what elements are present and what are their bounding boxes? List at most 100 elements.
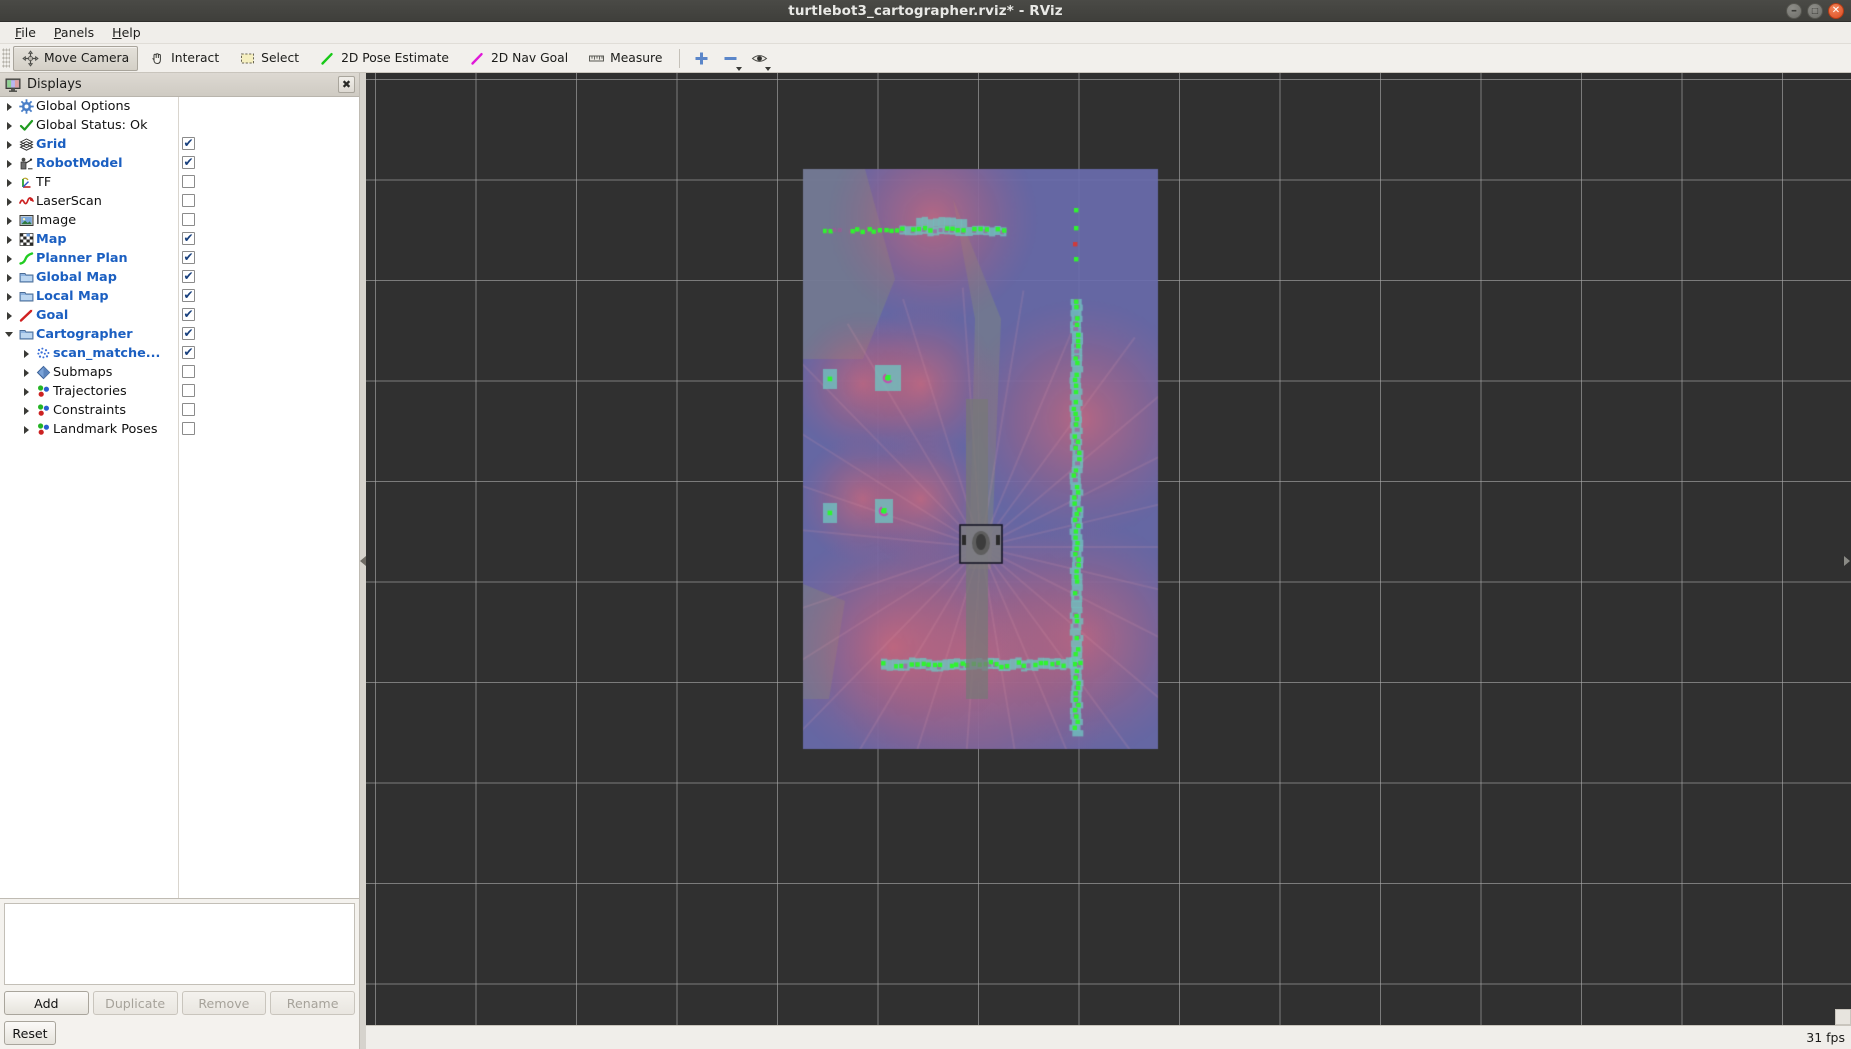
minimize-button[interactable]: – — [1786, 3, 1802, 19]
expand-arrow-right-icon[interactable] — [19, 387, 33, 396]
expand-arrow-right-icon[interactable] — [2, 254, 16, 263]
display-item-checkbox[interactable] — [182, 403, 195, 416]
display-item-checkbox[interactable]: ✔ — [182, 270, 195, 283]
duplicate-button-label: Duplicate — [105, 995, 166, 1011]
display-item-planner-plan[interactable]: Planner Plan ✔ — [0, 249, 359, 268]
display-item-checkbox[interactable]: ✔ — [182, 289, 195, 302]
display-item-map[interactable]: Map ✔ — [0, 230, 359, 249]
display-item-constraints[interactable]: Constraints — [0, 401, 359, 420]
menu-help[interactable]: Help — [103, 23, 150, 42]
chevron-down-icon-2[interactable] — [765, 66, 772, 71]
display-item-submaps[interactable]: Submaps — [0, 363, 359, 382]
display-item-global-status-ok[interactable]: Global Status: Ok — [0, 116, 359, 135]
display-item-cartographer[interactable]: Cartographer ✔ — [0, 325, 359, 344]
display-item-tf[interactable]: TF — [0, 173, 359, 192]
expand-arrow-right-icon[interactable] — [2, 121, 16, 130]
expand-arrow-right-icon[interactable] — [2, 235, 16, 244]
display-item-checkbox[interactable] — [182, 384, 195, 397]
tool-move-camera[interactable]: Move Camera — [13, 45, 139, 71]
plus-icon — [693, 50, 710, 67]
view-eye-button[interactable] — [746, 46, 773, 71]
add-focus-button[interactable] — [688, 46, 715, 71]
display-item-global-map[interactable]: Global Map ✔ — [0, 268, 359, 287]
display-item-goal[interactable]: Goal ✔ — [0, 306, 359, 325]
tool-select-label: Select — [261, 51, 300, 65]
tool-2d-pose-estimate[interactable]: 2D Pose Estimate — [310, 46, 458, 71]
status-bar: 31 fps — [366, 1025, 1851, 1049]
display-item-laserscan[interactable]: LaserScan — [0, 192, 359, 211]
check-mark-icon: ✔ — [183, 269, 194, 283]
check-mark-icon: ✔ — [183, 250, 194, 264]
remove-focus-button[interactable] — [717, 46, 744, 71]
expand-arrow-right-icon[interactable] — [2, 102, 16, 111]
expand-arrow-right-icon[interactable] — [2, 273, 16, 282]
expand-arrow-right-icon[interactable] — [2, 197, 16, 206]
rename-button-label: Rename — [286, 995, 339, 1011]
display-item-global-options[interactable]: Global Options — [0, 97, 359, 116]
reset-button[interactable]: Reset — [4, 1021, 56, 1045]
expand-arrow-right-icon[interactable] — [19, 425, 33, 434]
render-viewport[interactable]: CSDN @day_day_up 31 fps — [366, 73, 1851, 1049]
display-item-label: Global Status: Ok — [36, 118, 148, 133]
display-item-checkbox[interactable] — [182, 213, 195, 226]
minimize-icon: – — [1791, 2, 1797, 17]
display-item-checkbox[interactable]: ✔ — [182, 327, 195, 340]
remove-button[interactable]: Remove — [181, 991, 267, 1015]
duplicate-button[interactable]: Duplicate — [92, 991, 178, 1015]
display-item-checkbox[interactable] — [182, 365, 195, 378]
display-item-local-map[interactable]: Local Map ✔ — [0, 287, 359, 306]
expand-arrow-right-icon[interactable] — [2, 178, 16, 187]
display-item-checkbox[interactable] — [182, 175, 195, 188]
expand-arrow-down-icon[interactable] — [2, 332, 16, 337]
title-bar: turtlebot3_cartographer.rviz* - RViz – □… — [0, 0, 1851, 22]
tool-measure[interactable]: Measure — [579, 46, 671, 71]
display-item-scan-matche[interactable]: scan_matche... ✔ — [0, 344, 359, 363]
tool-2d-nav-goal-label: 2D Nav Goal — [490, 51, 569, 65]
chevron-down-icon[interactable] — [736, 66, 743, 71]
expand-arrow-right-icon[interactable] — [2, 159, 16, 168]
tf-axes-icon — [16, 175, 36, 190]
expand-arrow-right-icon[interactable] — [19, 368, 33, 377]
collapse-right-arrow-icon[interactable] — [1844, 556, 1850, 566]
submap-diamond-icon — [33, 365, 53, 380]
toolbar-grip[interactable] — [2, 48, 10, 68]
display-item-image[interactable]: Image — [0, 211, 359, 230]
expand-arrow-right-icon[interactable] — [2, 140, 16, 149]
display-item-checkbox[interactable] — [182, 422, 195, 435]
rename-button[interactable]: Rename — [270, 991, 355, 1015]
display-item-checkbox[interactable] — [182, 194, 195, 207]
display-item-checkbox[interactable]: ✔ — [182, 251, 195, 264]
triangle-glyph — [6, 311, 12, 320]
displays-tree-container[interactable]: Global Options Global Status: Ok Grid ✔ Robo… — [0, 97, 359, 899]
display-item-trajectories[interactable]: Trajectories — [0, 382, 359, 401]
display-item-checkbox[interactable]: ✔ — [182, 308, 195, 321]
maximize-button[interactable]: □ — [1807, 3, 1823, 19]
expand-arrow-right-icon[interactable] — [19, 406, 33, 415]
tool-2d-nav-goal[interactable]: 2D Nav Goal — [460, 46, 577, 71]
displays-panel-close-button[interactable]: ✖ — [338, 76, 355, 93]
reset-row: Reset — [0, 1018, 359, 1049]
display-item-checkbox[interactable]: ✔ — [182, 156, 195, 169]
menu-file[interactable]: File — [6, 23, 45, 42]
property-editor-area[interactable] — [4, 903, 355, 985]
tool-interact[interactable]: Interact — [140, 46, 228, 71]
expand-arrow-right-icon[interactable] — [19, 349, 33, 358]
display-item-robotmodel[interactable]: RobotModel ✔ — [0, 154, 359, 173]
expand-arrow-right-icon[interactable] — [2, 311, 16, 320]
folder-icon — [16, 270, 36, 285]
close-button[interactable]: ✕ — [1828, 3, 1844, 19]
display-item-landmark-poses[interactable]: Landmark Poses — [0, 420, 359, 439]
tool-select[interactable]: Select — [230, 46, 308, 71]
minus-icon — [722, 50, 739, 67]
display-item-checkbox[interactable]: ✔ — [182, 346, 195, 359]
expand-arrow-right-icon[interactable] — [2, 216, 16, 225]
display-item-grid[interactable]: Grid ✔ — [0, 135, 359, 154]
display-item-checkbox[interactable]: ✔ — [182, 137, 195, 150]
check-icon — [16, 118, 36, 133]
add-button[interactable]: Add — [4, 991, 89, 1015]
expand-arrow-right-icon[interactable] — [2, 292, 16, 301]
display-item-checkbox[interactable]: ✔ — [182, 232, 195, 245]
check-mark-icon: ✔ — [183, 307, 194, 321]
menu-panels[interactable]: Panels — [45, 23, 103, 42]
interact-hand-icon — [149, 50, 166, 67]
